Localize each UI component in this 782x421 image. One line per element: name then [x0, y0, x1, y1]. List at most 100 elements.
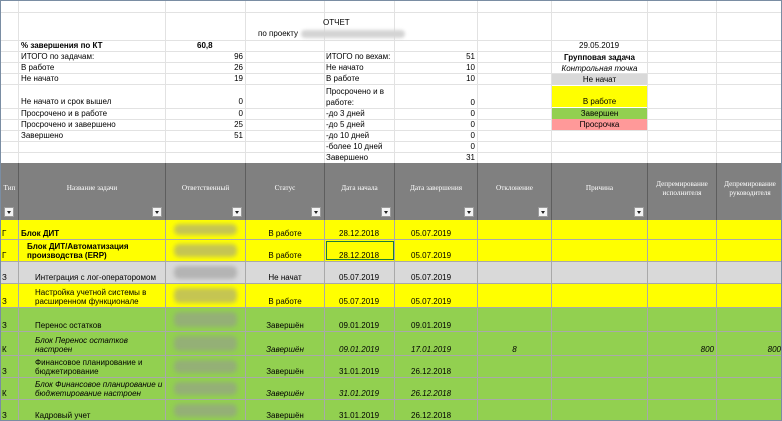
- cell-end[interactable]: 26.12.2018: [395, 356, 478, 377]
- cell-deviation[interactable]: [478, 262, 552, 283]
- cell-type[interactable]: З: [1, 308, 19, 331]
- cell-end[interactable]: 05.07.2019: [395, 220, 478, 239]
- cell-dep_mgr[interactable]: [717, 400, 781, 420]
- column-header-task-name[interactable]: Название задачи: [19, 163, 166, 220]
- cell-type[interactable]: З: [1, 400, 19, 420]
- cell-status[interactable]: Завершён: [246, 378, 325, 399]
- column-header-dep-exec[interactable]: Депремирование исполнителя: [648, 163, 717, 220]
- cell-type[interactable]: К: [1, 332, 19, 355]
- cell-type[interactable]: Г: [1, 240, 19, 261]
- cell-start[interactable]: 09.01.2019: [325, 308, 395, 331]
- cell-deviation[interactable]: [478, 220, 552, 239]
- cell-name[interactable]: Интеграция с лог-операторомом: [19, 262, 166, 283]
- cell-reason[interactable]: [552, 240, 648, 261]
- table-row[interactable]: К Блок Финансовое планирование и бюджетир…: [1, 378, 781, 400]
- cell-deviation[interactable]: 8: [478, 332, 552, 355]
- cell-dep_exec[interactable]: 800: [648, 332, 717, 355]
- cell-dep_mgr[interactable]: [717, 220, 781, 239]
- cell-end[interactable]: 26.12.2018: [395, 400, 478, 420]
- column-header-reason[interactable]: Причина: [552, 163, 648, 220]
- table-row[interactable]: Г Блок ДИТ В работе 28.12.2018 05.07.2019: [1, 220, 781, 240]
- cell-dep_exec[interactable]: [648, 240, 717, 261]
- cell-dep_mgr[interactable]: [717, 378, 781, 399]
- cell-reason[interactable]: [552, 262, 648, 283]
- cell-dep_mgr[interactable]: [717, 284, 781, 307]
- cell-start[interactable]: 31.01.2019: [325, 378, 395, 399]
- cell-dep_exec[interactable]: [648, 356, 717, 377]
- cell-name[interactable]: Перенос остатков: [19, 308, 166, 331]
- cell-reason[interactable]: [552, 308, 648, 331]
- cell-type[interactable]: З: [1, 356, 19, 377]
- cell-name[interactable]: Настройка учетной системы в расширенном …: [19, 284, 166, 307]
- cell-status[interactable]: В работе: [246, 240, 325, 261]
- cell-type[interactable]: З: [1, 284, 19, 307]
- cell-reason[interactable]: [552, 284, 648, 307]
- table-row[interactable]: К Блок Перенос остатков настроен Завершён 0…: [1, 332, 781, 356]
- cell-dep_mgr[interactable]: [717, 356, 781, 377]
- cell-dep_exec[interactable]: [648, 378, 717, 399]
- cell-type[interactable]: К: [1, 378, 19, 399]
- cell-start[interactable]: 31.01.2019: [325, 356, 395, 377]
- filter-dropdown-status[interactable]: [311, 207, 321, 217]
- cell-deviation[interactable]: [478, 308, 552, 331]
- cell-status[interactable]: Не начат: [246, 262, 325, 283]
- cell-status[interactable]: Завершён: [246, 308, 325, 331]
- column-header-type[interactable]: Тип: [1, 163, 19, 220]
- cell-resp[interactable]: [166, 332, 246, 355]
- table-row[interactable]: Г Блок ДИТ/Автоматизация производства (ER…: [1, 240, 781, 262]
- cell-status[interactable]: Завершён: [246, 332, 325, 355]
- cell-dep_mgr[interactable]: [717, 262, 781, 283]
- filter-dropdown-responsible[interactable]: [232, 207, 242, 217]
- cell-dep_exec[interactable]: [648, 220, 717, 239]
- cell-deviation[interactable]: [478, 378, 552, 399]
- column-header-dep-mgr[interactable]: Депремирование руководителя: [717, 163, 781, 220]
- cell-name[interactable]: Финансовое планирование и бюджетирование: [19, 356, 166, 377]
- cell-resp[interactable]: [166, 356, 246, 377]
- column-header-start-date[interactable]: Дата начала: [325, 163, 395, 220]
- cell-dep_mgr[interactable]: 800: [717, 332, 781, 355]
- cell-resp[interactable]: [166, 240, 246, 261]
- cell-deviation[interactable]: [478, 356, 552, 377]
- cell-end[interactable]: 05.07.2019: [395, 262, 478, 283]
- cell-name[interactable]: Блок Финансовое планирование и бюджетиро…: [19, 378, 166, 399]
- filter-dropdown-end-date[interactable]: [464, 207, 474, 217]
- cell-end[interactable]: 05.07.2019: [395, 240, 478, 261]
- cell-resp[interactable]: [166, 378, 246, 399]
- column-header-responsible[interactable]: Ответственный: [166, 163, 246, 220]
- filter-dropdown-reason[interactable]: [634, 207, 644, 217]
- table-row[interactable]: З Настройка учетной системы в расширенном…: [1, 284, 781, 308]
- cell-reason[interactable]: [552, 220, 648, 239]
- cell-reason[interactable]: [552, 356, 648, 377]
- column-header-deviation[interactable]: Отклонение: [478, 163, 552, 220]
- cell-status[interactable]: Завершён: [246, 400, 325, 420]
- cell-end[interactable]: 09.01.2019: [395, 308, 478, 331]
- cell-dep_mgr[interactable]: [717, 308, 781, 331]
- cell-start[interactable]: 09.01.2019: [325, 332, 395, 355]
- cell-name[interactable]: Кадровый учет: [19, 400, 166, 420]
- cell-deviation[interactable]: [478, 240, 552, 261]
- cell-name[interactable]: Блок ДИТ/Автоматизация производства (ERP…: [19, 240, 166, 261]
- cell-status[interactable]: В работе: [246, 284, 325, 307]
- filter-dropdown-task-name[interactable]: [152, 207, 162, 217]
- cell-name[interactable]: Блок Перенос остатков настроен: [19, 332, 166, 355]
- cell-type[interactable]: З: [1, 262, 19, 283]
- cell-end[interactable]: 05.07.2019: [395, 284, 478, 307]
- cell-dep_exec[interactable]: [648, 262, 717, 283]
- column-header-status[interactable]: Статус: [246, 163, 325, 220]
- cell-start[interactable]: 31.01.2019: [325, 400, 395, 420]
- cell-start[interactable]: 05.07.2019: [325, 262, 395, 283]
- cell-reason[interactable]: [552, 400, 648, 420]
- cell-end[interactable]: 26.12.2018: [395, 378, 478, 399]
- cell-start[interactable]: 05.07.2019: [325, 284, 395, 307]
- cell-resp[interactable]: [166, 308, 246, 331]
- cell-start[interactable]: 28.12.2018: [325, 220, 395, 239]
- cell-resp[interactable]: [166, 220, 246, 239]
- column-header-end-date[interactable]: Дата завершения: [395, 163, 478, 220]
- cell-deviation[interactable]: [478, 284, 552, 307]
- cell-status[interactable]: Завершён: [246, 356, 325, 377]
- cell-resp[interactable]: [166, 400, 246, 420]
- cell-dep_mgr[interactable]: [717, 240, 781, 261]
- cell-name[interactable]: Блок ДИТ: [19, 220, 166, 239]
- table-row[interactable]: З Перенос остатков Завершён 09.01.2019 09.01…: [1, 308, 781, 332]
- filter-dropdown-type[interactable]: [4, 207, 14, 217]
